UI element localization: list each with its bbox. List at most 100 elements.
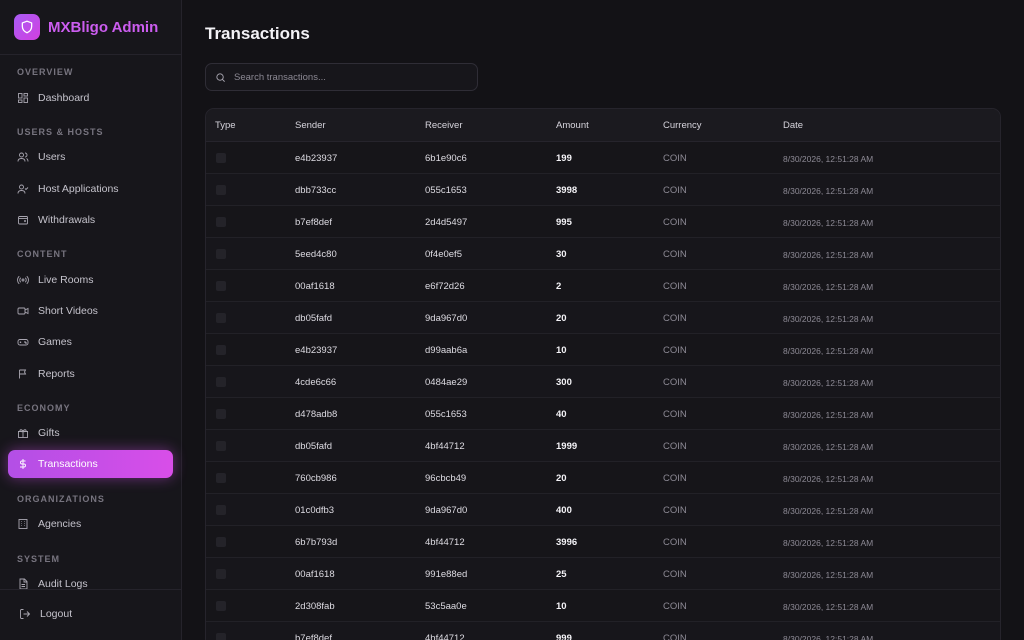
cell-receiver: 9da967d0	[425, 505, 468, 516]
sidebar-item-reports[interactable]: Reports	[8, 360, 173, 388]
cell-sender: 00af1618	[295, 569, 335, 580]
cell-receiver: 53c5aa0e	[425, 601, 467, 612]
cell-sender: b7ef8def	[295, 217, 332, 228]
table-row[interactable]: e4b23937 6b1e90c6 199 COIN 8/30/2026, 12:51:…	[206, 142, 1000, 174]
sidebar-item-label: Gifts	[38, 427, 60, 439]
users-icon	[17, 152, 29, 162]
table-row[interactable]: d478adb8 055c1653 40 COIN 8/30/2026, 12:51:2…	[206, 398, 1000, 430]
cell-currency: COIN	[663, 601, 687, 612]
sidebar-item-live-rooms[interactable]: Live Rooms	[8, 266, 173, 294]
table-row[interactable]: 4cde6c66 0484ae29 300 COIN 8/30/2026, 12:51:…	[206, 366, 1000, 398]
column-header-type[interactable]: Type	[215, 120, 236, 131]
cell-receiver: e6f72d26	[425, 281, 465, 292]
cell-date: 8/30/2026, 12:51:28 AM	[783, 154, 874, 164]
sidebar-item-gifts[interactable]: Gifts	[8, 419, 173, 447]
table-row[interactable]: 2d308fab 53c5aa0e 10 COIN 8/30/2026, 12:51:2…	[206, 590, 1000, 622]
cell-date: 8/30/2026, 12:51:28 AM	[783, 186, 874, 196]
sidebar: MXBligo Admin OVERVIEW Dashboard USERS &…	[0, 0, 182, 640]
cell-sender: 4cde6c66	[295, 377, 337, 388]
cell-amount: 300	[556, 377, 572, 388]
cell-amount: 40	[556, 409, 567, 420]
cell-receiver: 0f4e0ef5	[425, 249, 462, 260]
type-indicator	[216, 377, 226, 387]
cell-sender: db05fafd	[295, 441, 332, 452]
shield-logo-icon	[14, 14, 40, 40]
type-indicator	[216, 249, 226, 259]
cell-receiver: 991e88ed	[425, 569, 468, 580]
cell-date: 8/30/2026, 12:51:28 AM	[783, 218, 874, 228]
sidebar-item-users[interactable]: Users	[8, 143, 173, 171]
table-row[interactable]: dbb733cc 055c1653 3998 COIN 8/30/2026, 12:51…	[206, 174, 1000, 206]
table-row[interactable]: b7ef8def 4bf44712 999 COIN 8/30/2026, 12:51:…	[206, 622, 1000, 640]
cell-sender: 2d308fab	[295, 601, 335, 612]
cell-receiver: 0484ae29	[425, 377, 468, 388]
column-header-amount[interactable]: Amount	[556, 120, 589, 131]
video-icon	[17, 307, 29, 315]
type-indicator	[216, 345, 226, 355]
type-indicator	[216, 505, 226, 515]
table-row[interactable]: 5eed4c80 0f4e0ef5 30 COIN 8/30/2026, 12:51:2…	[206, 238, 1000, 270]
cell-currency: COIN	[663, 345, 687, 356]
type-indicator	[216, 217, 226, 227]
column-header-date[interactable]: Date	[783, 120, 803, 131]
wallet-icon	[18, 216, 28, 225]
cell-receiver: 4bf44712	[425, 633, 465, 640]
logout-button[interactable]: Logout	[19, 608, 72, 620]
cell-receiver: 96cbcb49	[425, 473, 467, 484]
type-indicator	[216, 281, 226, 291]
cell-sender: 6b7b793d	[295, 537, 338, 548]
search-input[interactable]	[234, 71, 464, 83]
sidebar-item-label: Users	[38, 151, 66, 163]
sidebar-item-transactions[interactable]: Transactions	[8, 450, 173, 478]
cell-sender: dbb733cc	[295, 185, 337, 196]
nav-section-users-hosts: USERS & HOSTS	[17, 127, 104, 137]
cell-currency: COIN	[663, 569, 687, 580]
column-header-currency[interactable]: Currency	[663, 120, 702, 131]
cell-amount: 2	[556, 281, 562, 292]
search-box[interactable]	[205, 63, 478, 91]
cell-amount: 1999	[556, 441, 578, 452]
cell-currency: COIN	[663, 505, 687, 516]
sidebar-item-label: Short Videos	[38, 305, 98, 317]
gamepad-icon	[17, 339, 29, 346]
cell-amount: 20	[556, 473, 567, 484]
table-row[interactable]: 760cb986 96cbcb49 20 COIN 8/30/2026, 12:51:2…	[206, 462, 1000, 494]
table-row[interactable]: e4b23937 d99aab6a 10 COIN 8/30/2026, 12:51:2…	[206, 334, 1000, 366]
cell-currency: COIN	[663, 313, 687, 324]
nav-section-economy: ECONOMY	[17, 403, 71, 413]
cell-currency: COIN	[663, 409, 687, 420]
sidebar-item-label: Host Applications	[38, 183, 119, 195]
table-row[interactable]: db05fafd 4bf44712 1999 COIN 8/30/2026, 12:51…	[206, 430, 1000, 462]
cell-amount: 10	[556, 345, 567, 356]
sidebar-item-games[interactable]: Games	[8, 328, 173, 356]
cell-receiver: 9da967d0	[425, 313, 468, 324]
cell-sender: 01c0dfb3	[295, 505, 335, 516]
cell-currency: COIN	[663, 441, 687, 452]
table-row[interactable]: 01c0dfb3 9da967d0 400 COIN 8/30/2026, 12:51:…	[206, 494, 1000, 526]
type-indicator	[216, 569, 226, 579]
cell-amount: 400	[556, 505, 572, 516]
table-row[interactable]: 6b7b793d 4bf44712 3996 COIN 8/30/2026, 12:51…	[206, 526, 1000, 558]
sidebar-item-dashboard[interactable]: Dashboard	[8, 84, 173, 112]
column-header-sender[interactable]: Sender	[295, 120, 326, 131]
nav-section-overview: OVERVIEW	[17, 67, 74, 77]
cell-amount: 25	[556, 569, 567, 580]
brand[interactable]: MXBligo Admin	[0, 0, 181, 55]
column-header-receiver[interactable]: Receiver	[425, 120, 463, 131]
sidebar-item-agencies[interactable]: Agencies	[8, 510, 173, 538]
cell-receiver: 4bf44712	[425, 537, 465, 548]
user-check-icon	[17, 184, 29, 194]
sidebar-item-label: Withdrawals	[38, 214, 96, 226]
table-row[interactable]: b7ef8def 2d4d5497 995 COIN 8/30/2026, 12:51:…	[206, 206, 1000, 238]
sidebar-item-withdrawals[interactable]: Withdrawals	[8, 206, 173, 234]
cell-amount: 3996	[556, 537, 578, 548]
sidebar-item-short-videos[interactable]: Short Videos	[8, 297, 173, 325]
cell-sender: 760cb986	[295, 473, 337, 484]
table-row[interactable]: 00af1618 e6f72d26 2 COIN 8/30/2026, 12:51:28…	[206, 270, 1000, 302]
table-row[interactable]: db05fafd 9da967d0 20 COIN 8/30/2026, 12:51:2…	[206, 302, 1000, 334]
table-row[interactable]: 00af1618 991e88ed 25 COIN 8/30/2026, 12:51:2…	[206, 558, 1000, 590]
app-root: MXBligo Admin OVERVIEW Dashboard USERS &…	[0, 0, 1024, 640]
cell-date: 8/30/2026, 12:51:28 AM	[783, 634, 874, 640]
sidebar-item-host-applications[interactable]: Host Applications	[8, 175, 173, 203]
cell-receiver: 055c1653	[425, 185, 467, 196]
